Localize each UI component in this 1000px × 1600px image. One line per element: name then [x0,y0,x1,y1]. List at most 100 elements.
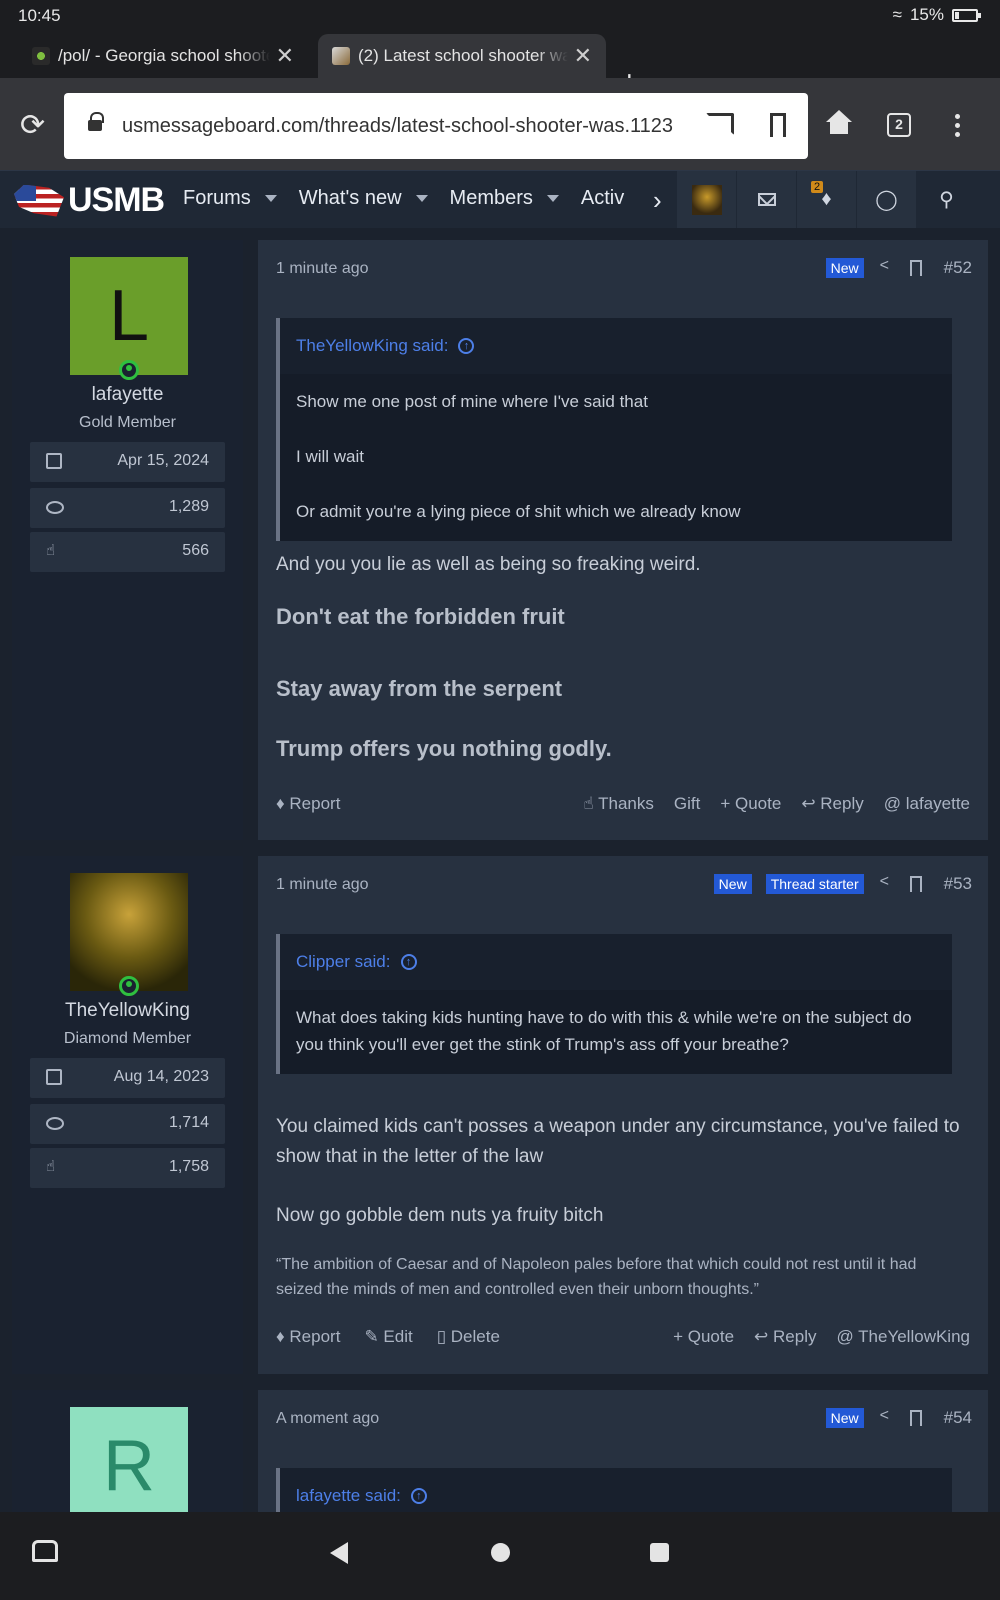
quote-author[interactable]: TheYellowKing said: [296,336,448,356]
new-badge: New [713,874,752,894]
quote-author[interactable]: lafayette said: [296,1486,401,1506]
arrow-up-circle-icon[interactable]: ↑ [458,338,475,354]
blockquote: Clipper said: ↑ What does taking kids hun… [276,934,952,1074]
nav-item-activity[interactable]: Activ [581,187,624,210]
quote-button[interactable]: + Quote [673,1327,734,1347]
avatar-initial: L [108,276,150,356]
messages-count: 1,289 [168,498,209,515]
post-number[interactable]: #52 [944,258,972,278]
close-tab-icon[interactable]: ✕ [574,43,592,69]
tab-title: /pol/ - Georgia school shooter [58,46,270,65]
home-icon[interactable] [826,110,852,136]
gift-button[interactable]: Gift [674,794,700,814]
report-button[interactable]: ♦ Report [276,794,340,814]
avatar[interactable] [70,873,188,991]
battery-percent: 15% [909,5,944,24]
post-bold-line: Don't eat the forbidden fruit [276,604,565,629]
browser-tab-active[interactable]: (2) Latest school shooter was ✕ [318,34,606,78]
post-time[interactable]: A moment ago [276,1410,379,1428]
overflow-menu-icon[interactable] [955,114,961,138]
quote-header[interactable]: Clipper said: ↑ [280,934,952,990]
alerts-button[interactable]: ♦ 2 [796,171,856,228]
address-bar[interactable]: usmessageboard.com/threads/latest-school… [64,93,808,159]
post-actions-right: + Quote ↩ Reply @ TheYellowKing [673,1327,970,1347]
reactions-stat: ☝ 1,758 [30,1148,225,1188]
wifi-icon: ≈ [892,5,902,24]
new-badge: New [825,1408,864,1428]
post: L lafayette Gold Member Apr 15, 2024 1,2… [12,240,988,840]
avatar[interactable]: L [70,257,188,375]
quote-author[interactable]: Clipper said: [296,952,391,972]
nav-item-forums[interactable]: Forums [183,187,277,210]
clock: 10:45 [18,6,61,25]
chevron-down-icon[interactable] [264,195,277,202]
arrow-up-circle-icon[interactable]: ↑ [410,1488,427,1504]
post-number[interactable]: #53 [944,874,972,894]
reply-label: Reply [773,1327,817,1346]
chevron-right-icon[interactable]: › [653,185,662,216]
post: TheYellowKing Diamond Member Aug 14, 202… [12,856,988,1374]
search-button[interactable]: ⚲ [916,171,976,228]
nav-item-whats-new[interactable]: What's new [299,187,428,210]
post-actions-right: ☝ Thanks Gift + Quote ↩ Reply @ lafayett… [583,794,970,814]
delete-button[interactable]: ▯ Delete [437,1327,500,1347]
post-text: Now go gobble dem nuts ya fruity bitch [276,1205,604,1226]
bookmark-icon[interactable] [909,1410,922,1426]
online-status-icon [119,976,139,996]
back-button[interactable] [330,1542,348,1564]
browser-tab[interactable]: /pol/ - Georgia school shooter ✕ [18,34,308,78]
home-button[interactable] [491,1543,510,1562]
username[interactable]: TheYellowKing [12,1000,243,1022]
quote-line: Show me one post of mine where I've said… [296,392,648,411]
report-button[interactable]: ♦ Report [276,1327,340,1347]
quote-header[interactable]: TheYellowKing said: ↑ [280,318,952,374]
reply-button[interactable]: ↩ Reply [801,794,863,814]
nav-item-members[interactable]: Members [450,187,559,210]
nav-label: Members [449,187,533,209]
assistant-icon[interactable] [32,1540,58,1562]
reload-icon[interactable]: ⟳ [20,108,45,143]
username[interactable]: lafayette [12,384,243,406]
post-time[interactable]: 1 minute ago [276,876,369,894]
bookmark-icon[interactable] [909,260,922,276]
share-icon[interactable] [880,257,894,275]
thanks-button[interactable]: ☝ Thanks [583,794,654,814]
share-icon[interactable] [880,873,894,891]
edit-button[interactable]: ✎ Edit [364,1327,412,1347]
chevron-down-icon[interactable] [546,195,559,202]
quote-line: Or admit you're a lying piece of shit wh… [296,502,741,521]
bookmark-page-icon[interactable] [770,113,786,137]
bookmark-icon[interactable] [909,876,922,892]
inbox-button[interactable] [736,171,796,228]
mention-button[interactable]: @ TheYellowKing [836,1327,970,1347]
nav-icons: ♦ 2 ◯ ⚲ [676,171,976,228]
recents-button[interactable] [650,1543,669,1562]
post-body: A moment ago New #54 lafayette said: ↑ [258,1390,988,1512]
lock-icon [88,112,104,134]
tab-switcher-button[interactable]: 2 [887,113,911,137]
battery-icon [952,8,981,22]
close-tab-icon[interactable]: ✕ [276,43,294,69]
site-logo[interactable]: USMB [14,181,165,220]
share-icon[interactable] [880,1407,894,1425]
cast-icon[interactable] [706,113,734,135]
avatar[interactable]: R [70,1407,188,1512]
post-number[interactable]: #54 [944,1408,972,1428]
reactions-stat: ☝ 566 [30,532,225,572]
tab-strip: /pol/ - Georgia school shooter ✕ (2) Lat… [0,30,1000,100]
quote-header[interactable]: lafayette said: ↑ [280,1468,952,1512]
blockquote: lafayette said: ↑ [276,1468,952,1512]
whats-new-button[interactable]: ◯ [856,171,916,228]
arrow-up-circle-icon[interactable]: ↑ [400,954,417,970]
calendar-icon [46,453,62,469]
reply-button[interactable]: ↩ Reply [754,1327,816,1347]
chevron-down-icon[interactable] [415,195,428,202]
account-button[interactable] [676,171,736,228]
quote-button[interactable]: + Quote [720,794,781,814]
site-navigation: USMB Forums What's new Members Activ › ♦… [0,170,1000,228]
mention-button[interactable]: @ lafayette [884,794,970,814]
post-time[interactable]: 1 minute ago [276,260,369,278]
us-map-flag-icon [14,184,64,217]
online-status-icon [119,360,139,380]
joined-stat: Apr 15, 2024 [30,442,225,482]
